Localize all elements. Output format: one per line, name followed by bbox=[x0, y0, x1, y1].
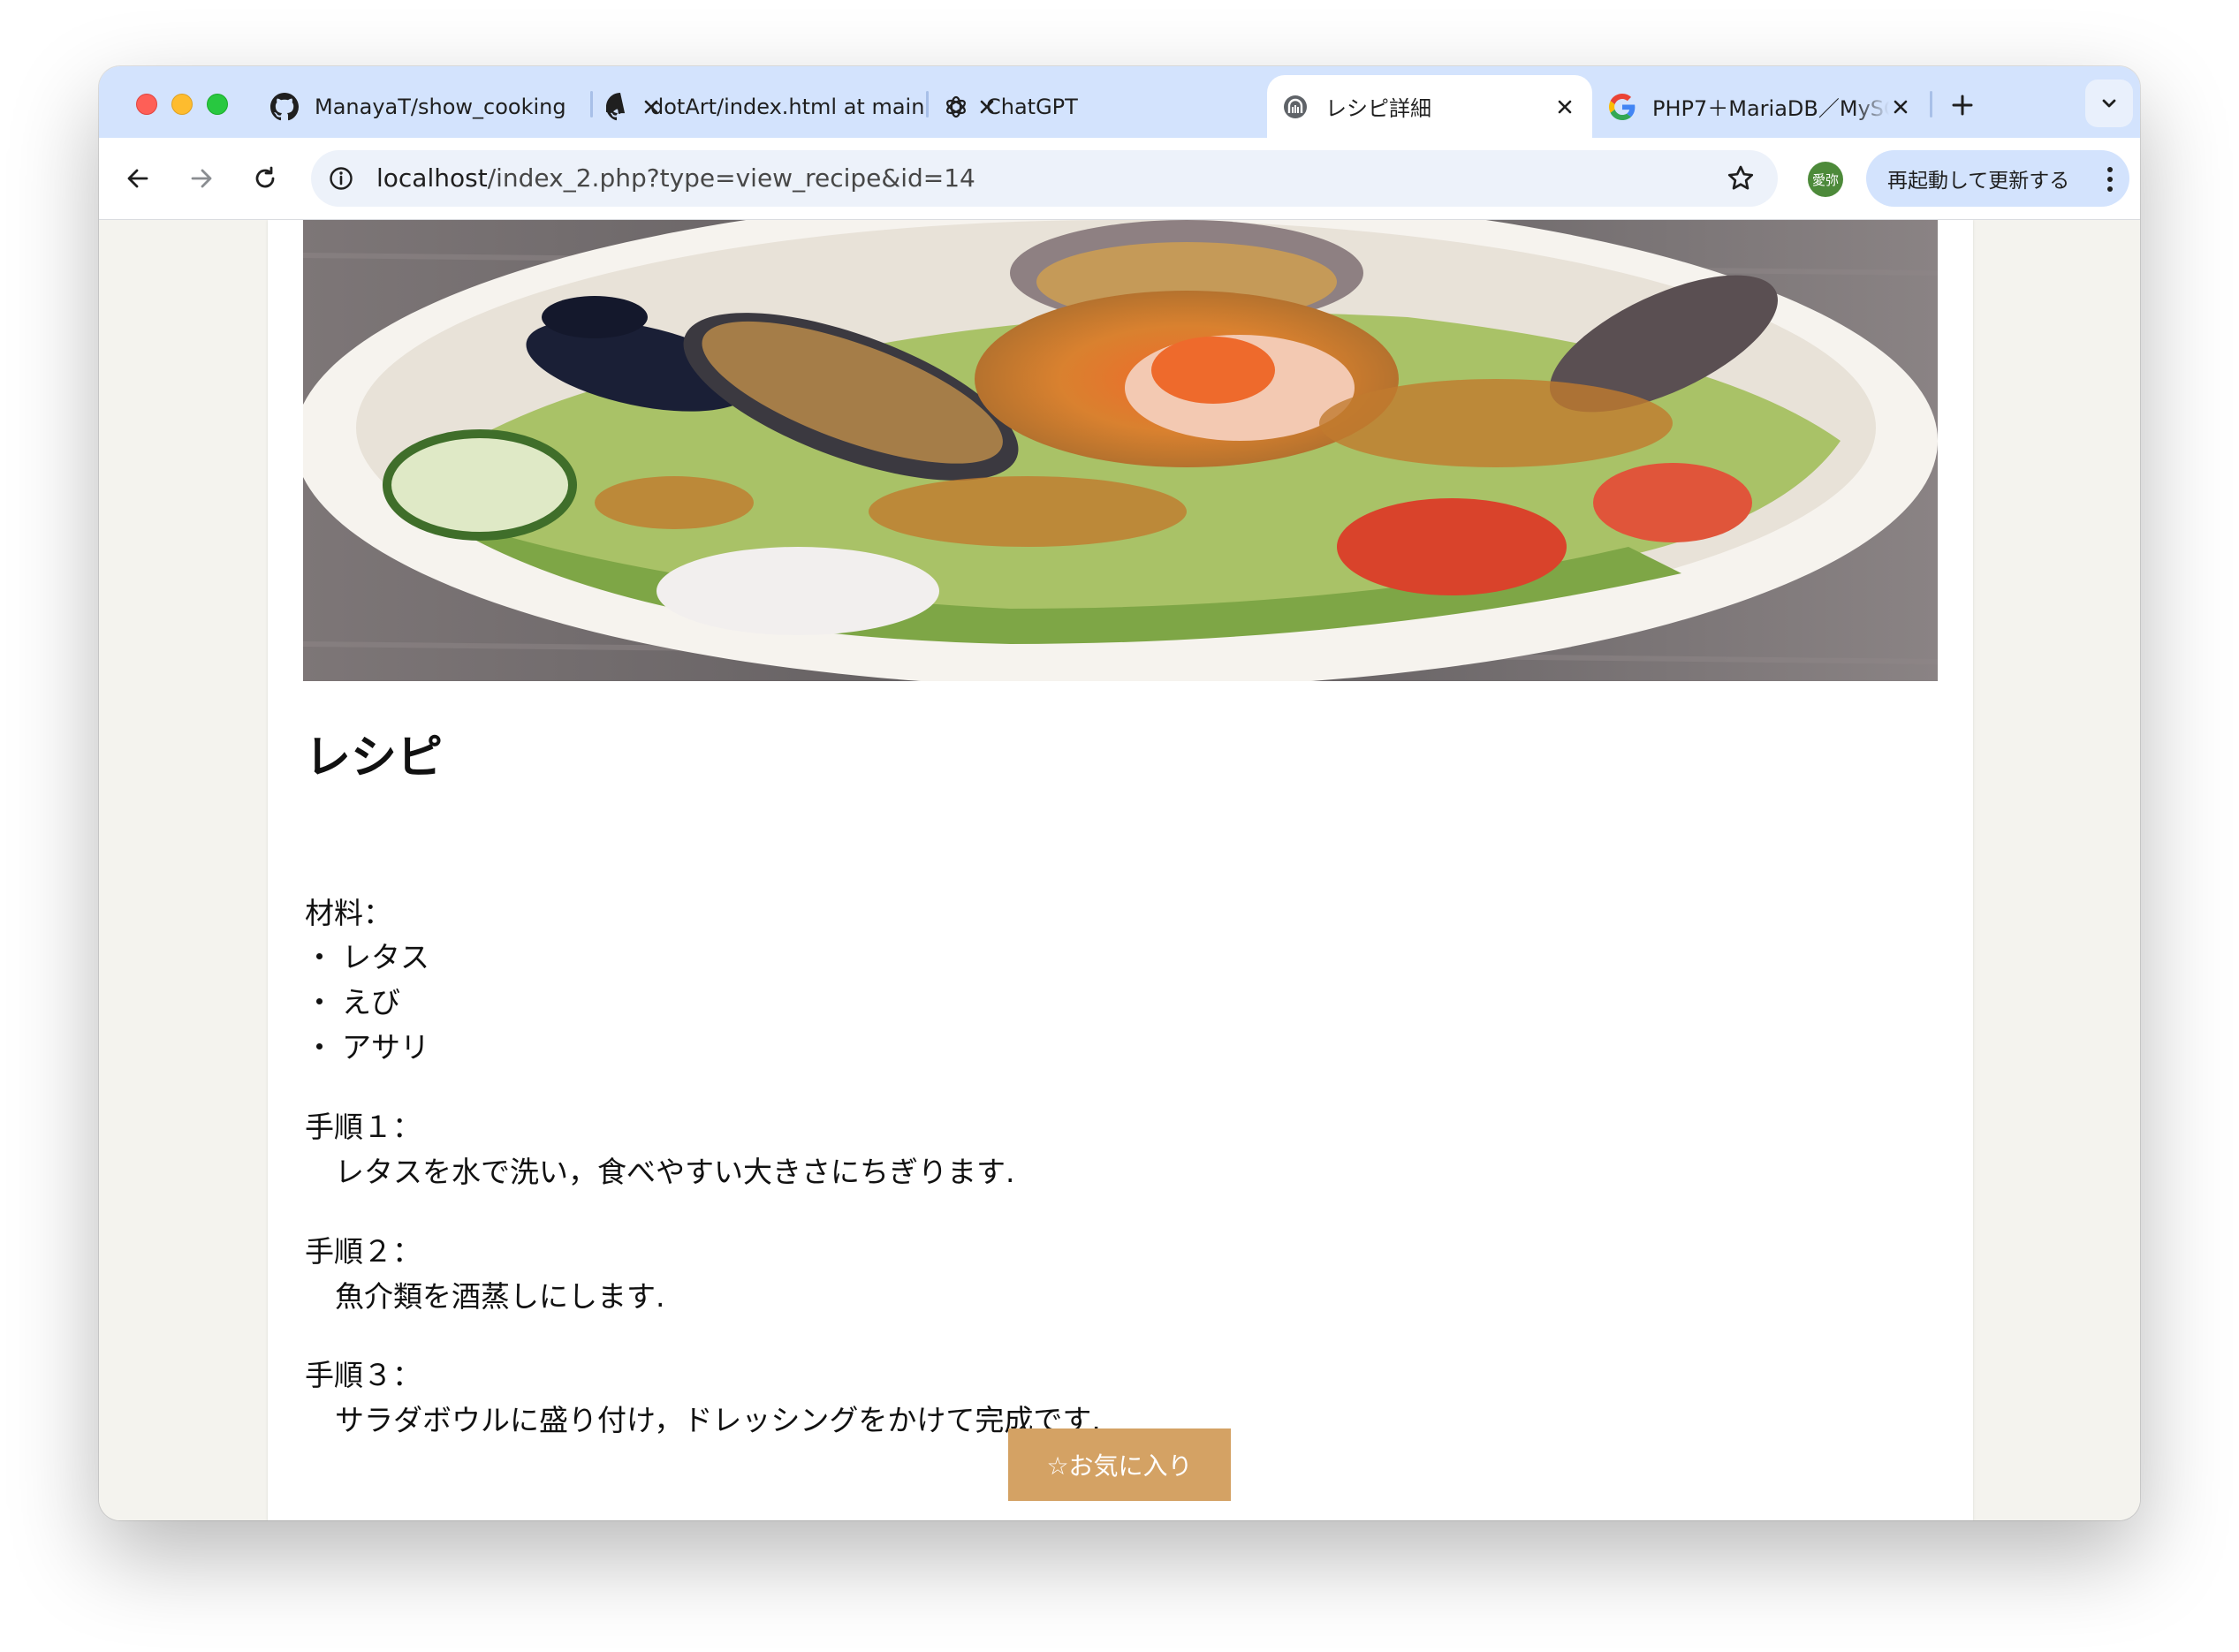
profile-avatar[interactable]: 愛弥 bbox=[1808, 162, 1843, 197]
close-window-button[interactable] bbox=[136, 94, 157, 115]
url-text[interactable]: localhost/index_2.php?type=view_recipe&i… bbox=[376, 163, 975, 193]
step-text: レタスを水で洗い，食べやすい大きさにちぎります. bbox=[335, 1155, 1015, 1189]
ingredient-name: レタス bbox=[342, 940, 429, 974]
site-icon bbox=[1281, 93, 1309, 121]
recipe-heading: レシピ bbox=[305, 731, 444, 784]
bullet: ・ bbox=[305, 940, 334, 974]
profile-initials: 愛弥 bbox=[1811, 171, 1839, 188]
reload-icon bbox=[255, 166, 275, 188]
forward-arrow-icon bbox=[191, 169, 212, 188]
forward-button[interactable] bbox=[180, 157, 223, 200]
bullet: ・ bbox=[305, 1030, 334, 1065]
more-menu-icon[interactable] bbox=[2106, 166, 2114, 193]
tab-divider bbox=[926, 91, 929, 117]
step-label: 手順１： bbox=[305, 1110, 421, 1144]
address-bar[interactable]: localhost/index_2.php?type=view_recipe&i… bbox=[311, 150, 1778, 207]
ingredients-label: 材料： bbox=[305, 896, 392, 930]
tab-title: PHP7＋MariaDB／MySQL bbox=[1652, 96, 1889, 121]
back-button[interactable] bbox=[117, 157, 159, 200]
tab-title: ChatGPT bbox=[986, 94, 1078, 119]
recipe-photo bbox=[303, 220, 1938, 681]
tab-bar: ManayaT/show_cooking dotArt/index.html a… bbox=[99, 66, 2140, 138]
favorite-button[interactable]: ☆お気に入り bbox=[1008, 1428, 1231, 1501]
tab-divider bbox=[1930, 91, 1932, 117]
plus-icon bbox=[1952, 95, 1973, 116]
tab-php-mariadb[interactable]: PHP7＋MariaDB／MySQL bbox=[1601, 75, 1928, 138]
site-info-icon[interactable] bbox=[327, 164, 355, 193]
reload-button[interactable] bbox=[244, 157, 286, 200]
url-host: localhost bbox=[376, 163, 488, 193]
ingredient-name: アサリ bbox=[342, 1030, 429, 1065]
new-tab-button[interactable] bbox=[1943, 86, 1982, 125]
step-text: 魚介類を酒蒸しにします. bbox=[335, 1279, 665, 1314]
openai-icon bbox=[942, 93, 970, 121]
ingredient-item: ・レタス bbox=[305, 934, 429, 976]
back-arrow-icon bbox=[127, 169, 148, 188]
recipe-card: レシピ 材料： ・レタス ・えび ・アサリ 手順１： レタスを水で洗い，食べやす… bbox=[268, 220, 1973, 1520]
browser-window: ManayaT/show_cooking dotArt/index.html a… bbox=[99, 66, 2140, 1520]
step-text: サラダボウルに盛り付け，ドレッシングをかけて完成です. bbox=[335, 1403, 1101, 1437]
relaunch-label: 再起動して更新する bbox=[1887, 170, 2070, 193]
bullet: ・ bbox=[305, 985, 334, 1019]
google-icon bbox=[1608, 93, 1636, 121]
tab-search-button[interactable] bbox=[2085, 80, 2133, 127]
minimize-window-button[interactable] bbox=[171, 94, 193, 115]
tab-title: レシピ詳細 bbox=[1325, 96, 1431, 121]
tab-recipe-detail[interactable]: レシピ詳細 bbox=[1267, 75, 1592, 138]
zoom-window-button[interactable] bbox=[207, 94, 228, 115]
tab-divider bbox=[590, 91, 593, 117]
chevron-down-icon bbox=[2102, 99, 2116, 108]
close-tab-icon[interactable] bbox=[1889, 95, 1912, 118]
github-icon bbox=[270, 92, 299, 121]
relaunch-to-update-button[interactable]: 再起動して更新する bbox=[1866, 150, 2129, 207]
url-path: /index_2.php?type=view_recipe&id=14 bbox=[487, 163, 975, 193]
ingredient-item: ・アサリ bbox=[305, 1024, 429, 1066]
github-icon bbox=[606, 92, 634, 121]
ingredient-item: ・えび bbox=[305, 979, 400, 1021]
step-label: 手順３： bbox=[305, 1358, 421, 1392]
page-viewport: レシピ 材料： ・レタス ・えび ・アサリ 手順１： レタスを水で洗い，食べやす… bbox=[99, 220, 2140, 1520]
ingredient-name: えび bbox=[342, 985, 400, 1019]
step-label: 手順２： bbox=[305, 1234, 421, 1269]
browser-toolbar: localhost/index_2.php?type=view_recipe&i… bbox=[99, 138, 2140, 220]
close-tab-icon[interactable] bbox=[1553, 95, 1576, 118]
bookmark-star-icon[interactable] bbox=[1725, 163, 1757, 194]
